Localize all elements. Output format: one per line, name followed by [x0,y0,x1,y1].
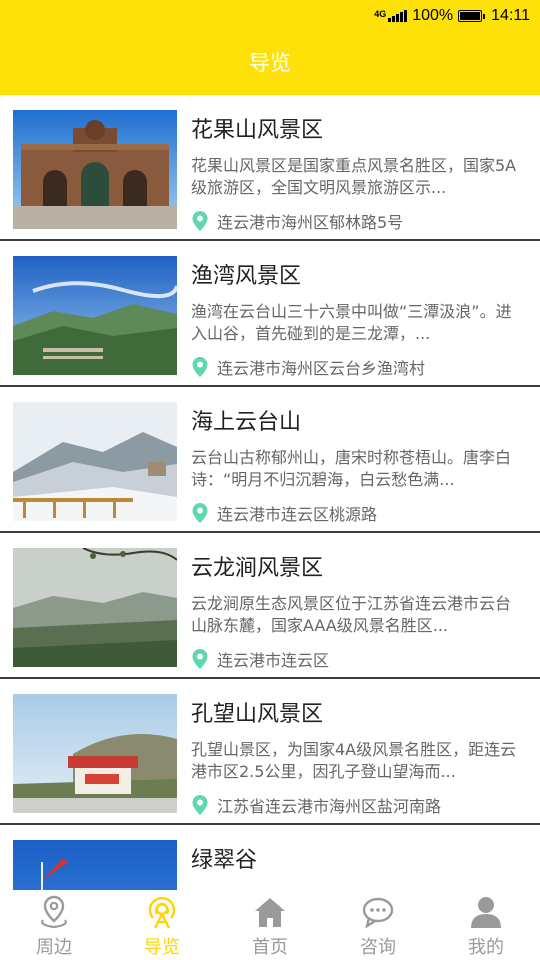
item-location: 江苏省连云港市海州区盐河南路 [191,793,441,817]
list-item[interactable]: 绿翠谷 [0,825,540,890]
bottom-tab-bar: 周边 导览 首页 咨询 我的 [0,890,540,960]
item-description: 孔望山景区，为国家4A级风景名胜区，距连云港市区2.5公里，因孔子登山望海而..… [191,740,517,781]
item-location: 连云港市连云区桃源路 [191,501,377,525]
network-type: 4G [374,9,387,19]
scenic-photo [13,694,177,813]
battery-percent: 100% [412,7,454,24]
app-header: 4G 100% 14:11 导览 [0,0,540,95]
item-title: 绿翠谷 [191,848,258,873]
home-icon [255,898,285,927]
item-description: 渔湾在云台山三十六景中叫做“三潭汲浪”。进入山谷，首先碰到的是三龙潭，... [191,302,512,343]
item-title: 孔望山风景区 [191,702,324,727]
location-pin-icon [192,649,208,669]
chat-bubble-icon [362,897,394,929]
scenic-photo [13,840,177,890]
item-location: 连云港市连云区 [191,647,329,671]
signal-icon [387,10,408,22]
user-icon [471,897,501,928]
item-location-text: 连云港市连云区 [217,651,330,670]
tab-label: 我的 [468,937,504,958]
list-item[interactable]: 海上云台山 云台山古称郁州山，唐宋时称苍梧山。唐李白诗：“明月不归沉碧海，白云愁… [0,387,540,533]
item-location-text: 连云港市海州区云台乡渔湾村 [217,359,426,378]
clock: 14:11 [491,7,530,24]
item-location-text: 江苏省连云港市海州区盐河南路 [217,797,442,816]
item-title: 云龙涧风景区 [191,556,324,581]
item-location-text: 连云港市连云区桃源路 [217,505,378,524]
list-item[interactable]: 渔湾风景区 渔湾在云台山三十六景中叫做“三潭汲浪”。进入山谷，首先碰到的是三龙潭… [0,241,540,387]
item-title: 渔湾风景区 [191,264,302,289]
item-description: 云龙涧原生态风景区位于江苏省连云港市云台山脉东麓，国家AAA级风景名胜区... [191,594,512,635]
list-item[interactable]: 云龙涧风景区 云龙涧原生态风景区位于江苏省连云港市云台山脉东麓，国家AAA级风景… [0,533,540,679]
item-description: 花果山风景区是国家重点风景名胜区，国家5A级旅游区，全国文明风景旅游区示... [191,156,517,197]
tab-label: 导览 [144,937,180,958]
item-location: 连云港市海州区郁林路5号 [191,209,403,233]
tab-label: 首页 [252,937,288,958]
location-pin-icon [192,357,208,377]
tab-label: 周边 [36,937,72,958]
location-pin-icon [192,503,208,523]
scenic-photo [13,402,177,521]
location-pin-icon [192,795,208,815]
tab-consult[interactable]: 咨询 [324,890,432,960]
scenic-photo [13,548,177,667]
tab-nearby[interactable]: 周边 [0,890,108,960]
location-pin-icon [192,211,208,231]
scenic-photo [13,256,177,375]
list-item[interactable]: 花果山风景区 花果山风景区是国家重点风景名胜区，国家5A级旅游区，全国文明风景旅… [0,95,540,241]
item-location-text: 连云港市海州区郁林路5号 [217,213,404,232]
tab-home[interactable]: 首页 [216,890,324,960]
location-pin-icon [41,895,67,929]
item-title: 花果山风景区 [191,118,324,143]
item-location: 连云港市海州区云台乡渔湾村 [191,355,425,379]
scenic-list[interactable]: 花果山风景区 花果山风景区是国家重点风景名胜区，国家5A级旅游区，全国文明风景旅… [0,95,540,890]
tab-guide[interactable]: 导览 [108,890,216,960]
status-bar: 4G 100% 14:11 [0,0,540,32]
item-title: 海上云台山 [191,410,302,435]
item-description: 云台山古称郁州山，唐宋时称苍梧山。唐李白诗：“明月不归沉碧海，白云愁色满... [191,448,512,489]
list-item[interactable]: 孔望山风景区 孔望山景区，为国家4A级风景名胜区，距连云港市区2.5公里，因孔子… [0,679,540,825]
guide-signal-icon [148,896,176,929]
page-title: 导览 [249,51,291,75]
battery-icon [458,10,486,22]
tab-label: 咨询 [360,937,396,958]
scenic-photo [13,110,177,229]
tab-mine[interactable]: 我的 [432,890,540,960]
